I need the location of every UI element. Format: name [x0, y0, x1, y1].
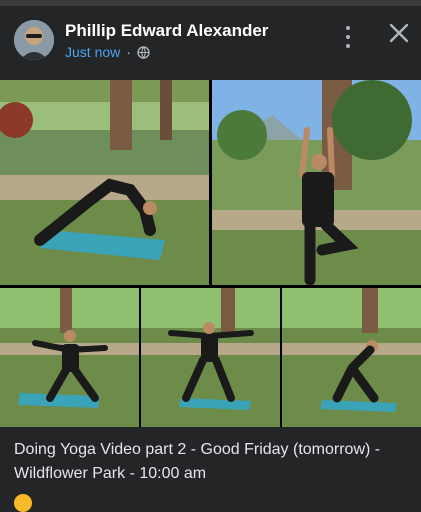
photo-grid	[0, 80, 421, 427]
more-vertical-icon[interactable]	[340, 26, 356, 48]
photo-lunge-pose[interactable]	[282, 288, 421, 427]
photo-tree-pose[interactable]	[212, 80, 421, 285]
reaction-icon[interactable]	[14, 494, 32, 512]
photo-downward-dog[interactable]	[0, 80, 209, 285]
post-caption: Doing Yoga Video part 2 - Good Friday (t…	[14, 441, 381, 482]
photo-goddess-pose[interactable]	[141, 288, 280, 427]
author-name[interactable]: Phillip Edward Alexander	[65, 21, 268, 41]
avatar[interactable]	[14, 20, 54, 60]
post-header: Phillip Edward Alexander Just now ·	[0, 6, 421, 76]
post-meta: Just now ·	[65, 44, 150, 60]
globe-icon	[137, 45, 150, 59]
photo-warrior-pose[interactable]	[0, 288, 139, 427]
post-timestamp[interactable]: Just now	[65, 44, 120, 60]
close-icon[interactable]	[388, 22, 410, 44]
meta-separator: ·	[126, 44, 131, 60]
